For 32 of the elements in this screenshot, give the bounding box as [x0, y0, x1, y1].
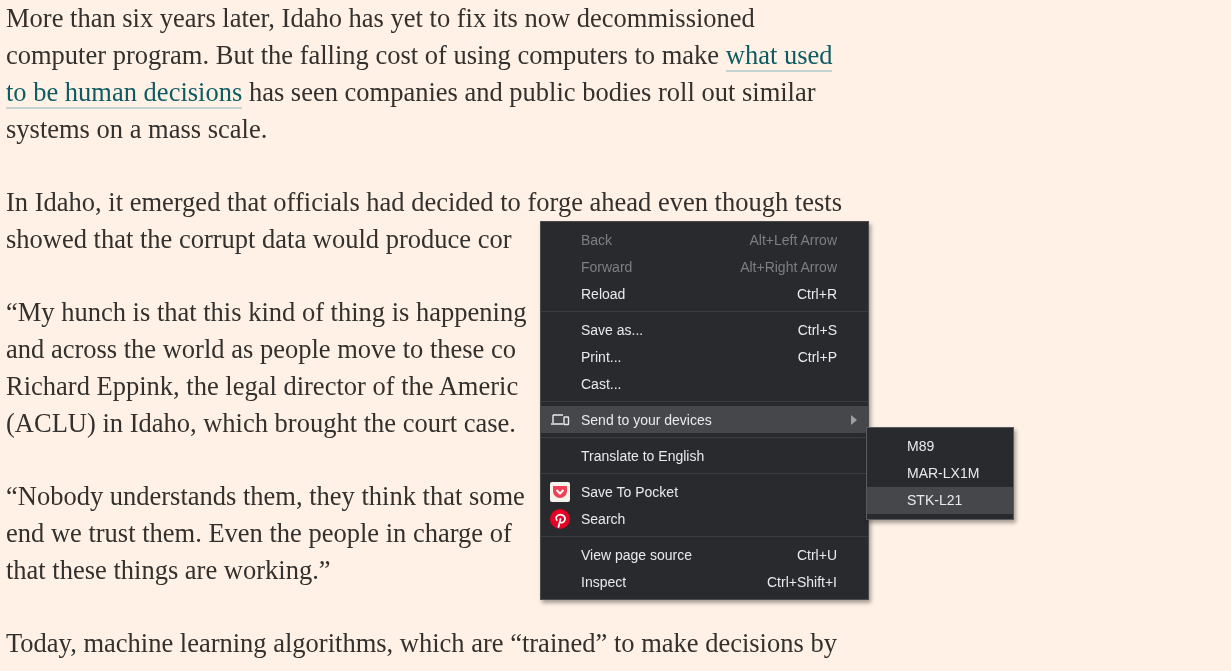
- paragraph-line: and across the world as people move to these co: [6, 333, 516, 366]
- submenu-item[interactable]: M89: [867, 433, 1013, 460]
- circle-logo-icon: [550, 508, 570, 529]
- paragraph-line: that these things are working.”: [6, 554, 331, 587]
- paragraph-line: More than six years later, Idaho has yet to fix its now decommissioned: [6, 2, 755, 35]
- menu-item[interactable]: Save as... Ctrl+S: [541, 316, 868, 343]
- paragraph-line: systems on a mass scale.: [6, 113, 268, 146]
- pocket-icon: [550, 481, 570, 502]
- menu-item[interactable]: Save To Pocket: [541, 478, 868, 505]
- paragraph-line: end we trust them. Even the people in charge of: [6, 517, 512, 550]
- menu-item[interactable]: Inspect Ctrl+Shift+I: [541, 568, 868, 595]
- paragraph-line: computer program. But the falling cost of using computers to make what used: [6, 39, 833, 74]
- paragraph-line: Richard Eppink, the legal director of the Americ: [6, 370, 519, 403]
- menu-item[interactable]: Translate to English: [541, 442, 868, 469]
- menu-item[interactable]: Cast...: [541, 370, 868, 397]
- paragraph-line: “Nobody understands them, they think that some: [6, 480, 525, 513]
- menu-item[interactable]: View page source Ctrl+U: [541, 541, 868, 568]
- paragraph-line: Today, machine learning algorithms, which are “trained” to make decisions by: [6, 627, 837, 660]
- devices-icon: [550, 412, 570, 427]
- article-link[interactable]: what used: [725, 40, 833, 72]
- paragraph-line: showed that the corrupt data would produce cor: [6, 223, 512, 256]
- submenu-item[interactable]: MAR-LX1M: [867, 460, 1013, 487]
- menu-item[interactable]: Reload Ctrl+R: [541, 280, 868, 307]
- menu-item[interactable]: Send to your devices: [541, 406, 868, 433]
- paragraph-line: In Idaho, it emerged that officials had decided to forge ahead even though tests: [6, 186, 842, 219]
- paragraph-line: “My hunch is that this kind of thing is happening: [6, 296, 527, 329]
- article-link[interactable]: to be human decisions: [6, 77, 243, 109]
- menu-item[interactable]: Search: [541, 505, 868, 532]
- menu-item[interactable]: Print... Ctrl+P: [541, 343, 868, 370]
- paragraph-line: (ACLU) in Idaho, which brought the court case.: [6, 407, 516, 440]
- submenu-item[interactable]: STK-L21: [867, 487, 1013, 514]
- paragraph-line: to be human decisions has seen companies and public bodies roll out similar: [6, 76, 816, 111]
